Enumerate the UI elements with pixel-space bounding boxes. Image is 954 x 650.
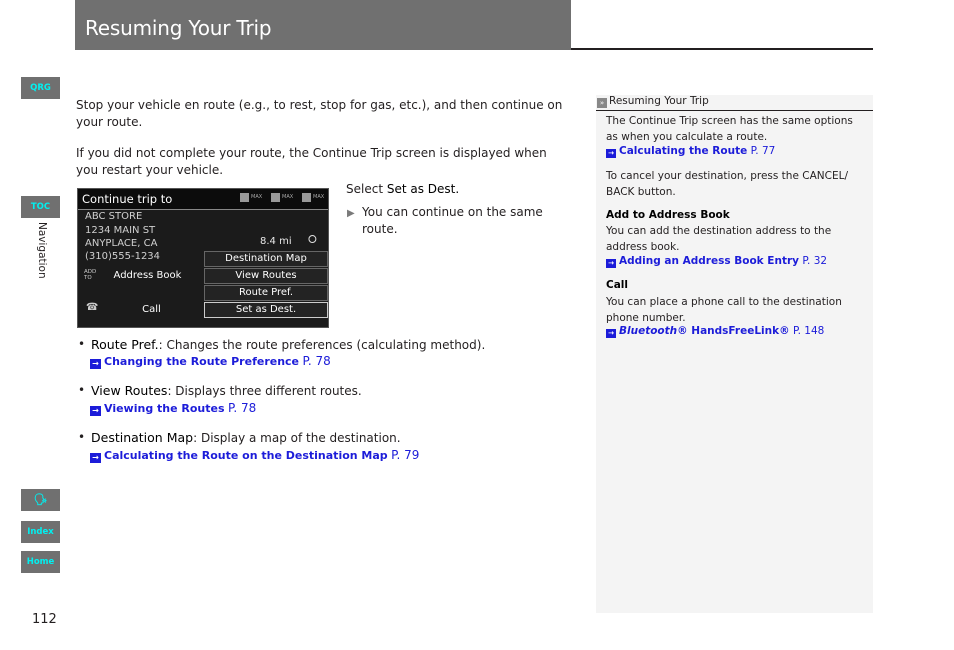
link-text[interactable]: Calculating the Route [619, 145, 747, 157]
continue-trip-paragraph: If you did not complete your route, the … [76, 146, 547, 177]
link-arrow-icon: → [606, 259, 616, 268]
sidebar-paragraph: The Continue Trip screen has the same op… [606, 115, 853, 143]
intro-paragraph: Stop your vehicle en route (e.g., to res… [76, 98, 563, 129]
voice-command-icon: 🗣 [33, 493, 48, 506]
select-instruction: Select Set as Dest. [346, 182, 459, 196]
bullet-term: View Routes [91, 383, 168, 398]
link-arrow-icon: → [606, 149, 616, 158]
link-calculating-route-destination-map[interactable]: → Calculating the Route on the Destinatio… [90, 448, 419, 463]
address-line: ANYPLACE, CA [85, 238, 158, 249]
sidebar-heading-text: Resuming Your Trip [609, 95, 709, 107]
link-text[interactable]: Adding an Address Book Entry [619, 255, 799, 267]
bullet-desc: : Changes the route preferences (calcula… [158, 338, 486, 352]
link-bluetooth-handsfreelink[interactable]: → Bluetooth® HandsFreeLink® P. 148 [606, 325, 824, 338]
link-arrow-icon: → [90, 359, 101, 369]
bullet-term: Destination Map [91, 430, 194, 445]
sidebar-paragraph: You can place a phone call to the destin… [606, 296, 842, 324]
link-calculating-route[interactable]: → Calculating the Route P. 77 [606, 145, 775, 158]
link-viewing-routes[interactable]: → Viewing the Routes P. 78 [90, 401, 256, 416]
link-page[interactable]: P. 148 [793, 325, 824, 337]
destination-map-button[interactable]: Destination Map [204, 251, 328, 267]
select-prefix: Select [346, 182, 387, 196]
link-text[interactable]: Changing the Route Preference [104, 355, 299, 368]
link-text[interactable]: Calculating the Route on the Destination… [104, 449, 388, 462]
toll-icon [271, 193, 280, 202]
link-adding-address-book-entry[interactable]: → Adding an Address Book Entry P. 32 [606, 255, 827, 268]
result-text: You can continue on the same route. [362, 205, 543, 236]
result-arrow-icon: ▶ [347, 208, 355, 219]
voice-command-tab[interactable]: 🗣 [21, 489, 60, 511]
link-text[interactable]: Viewing the Routes [104, 402, 225, 415]
screen-header: Continue trip to MAX MAX MAX [78, 189, 328, 210]
sidebar-paragraph: To cancel your destination, press the CA… [606, 170, 848, 198]
link-changing-route-preference[interactable]: → Changing the Route Preference P. 78 [90, 354, 331, 369]
call-button[interactable]: Call [78, 302, 203, 318]
bullet-desc: : Display a map of the destination. [193, 431, 401, 445]
bullet-dot: • [78, 383, 86, 397]
bullet-term: Route Pref. [91, 337, 159, 352]
route-pin-icon: ⭘ [308, 233, 317, 246]
page-number: 112 [32, 612, 57, 627]
toc-tab[interactable]: TOC [21, 196, 60, 218]
page-title: Resuming Your Trip [85, 16, 272, 40]
route-pref-button[interactable]: Route Pref. [204, 285, 328, 301]
sidebar-notes: » Resuming Your Trip The Continue Trip sc… [596, 95, 873, 613]
view-routes-button[interactable]: View Routes [204, 268, 328, 284]
sidebar-paragraph: You can add the destination address to t… [606, 225, 832, 253]
title-rule [571, 48, 873, 50]
sidebar-subheading: Call [606, 279, 628, 291]
section-label: Navigation [36, 222, 48, 279]
link-page[interactable]: P. 79 [391, 448, 419, 462]
bullet-dot: • [78, 337, 86, 351]
qrg-tab[interactable]: QRG [21, 77, 60, 99]
address-book-button[interactable]: Address Book [78, 268, 203, 284]
link-arrow-icon: → [90, 406, 101, 416]
max-label: MAX [313, 194, 325, 200]
link-page[interactable]: P. 78 [303, 354, 331, 368]
distance: 8.4 mi [260, 236, 292, 247]
index-tab[interactable]: Index [21, 521, 60, 543]
set-as-dest-button[interactable]: Set as Dest. [204, 302, 328, 318]
bullet-desc: : Displays three different routes. [167, 384, 362, 398]
traffic-icon [240, 193, 249, 202]
address-line: 1234 MAIN ST [85, 225, 156, 236]
link-text[interactable]: ® HandsFreeLink® [677, 325, 789, 337]
continue-trip-screenshot: Continue trip to MAX MAX MAX ABC STORE 1… [77, 188, 329, 328]
address-line: ABC STORE [85, 211, 143, 222]
sidebar-subheading: Add to Address Book [606, 209, 730, 221]
sidebar-heading: » Resuming Your Trip [596, 95, 873, 111]
link-page[interactable]: P. 77 [751, 145, 776, 157]
link-text-italic[interactable]: Bluetooth [619, 325, 677, 337]
link-arrow-icon: → [90, 453, 101, 463]
result-note: ▶ You can continue on the same route. [347, 204, 557, 236]
home-tab[interactable]: Home [21, 551, 60, 573]
link-page[interactable]: P. 32 [802, 255, 827, 267]
select-target: Set as Dest. [386, 182, 460, 196]
address-line: (310)555-1234 [85, 251, 161, 262]
bullet-dot: • [78, 430, 86, 444]
double-chevron-icon: » [597, 98, 607, 108]
ferry-icon [302, 193, 311, 202]
max-label: MAX [251, 194, 263, 200]
max-label: MAX [282, 194, 294, 200]
link-arrow-icon: → [606, 329, 616, 338]
screen-title: Continue trip to [82, 192, 173, 206]
page-title-bar: Resuming Your Trip [75, 0, 571, 50]
link-page[interactable]: P. 78 [228, 401, 256, 415]
